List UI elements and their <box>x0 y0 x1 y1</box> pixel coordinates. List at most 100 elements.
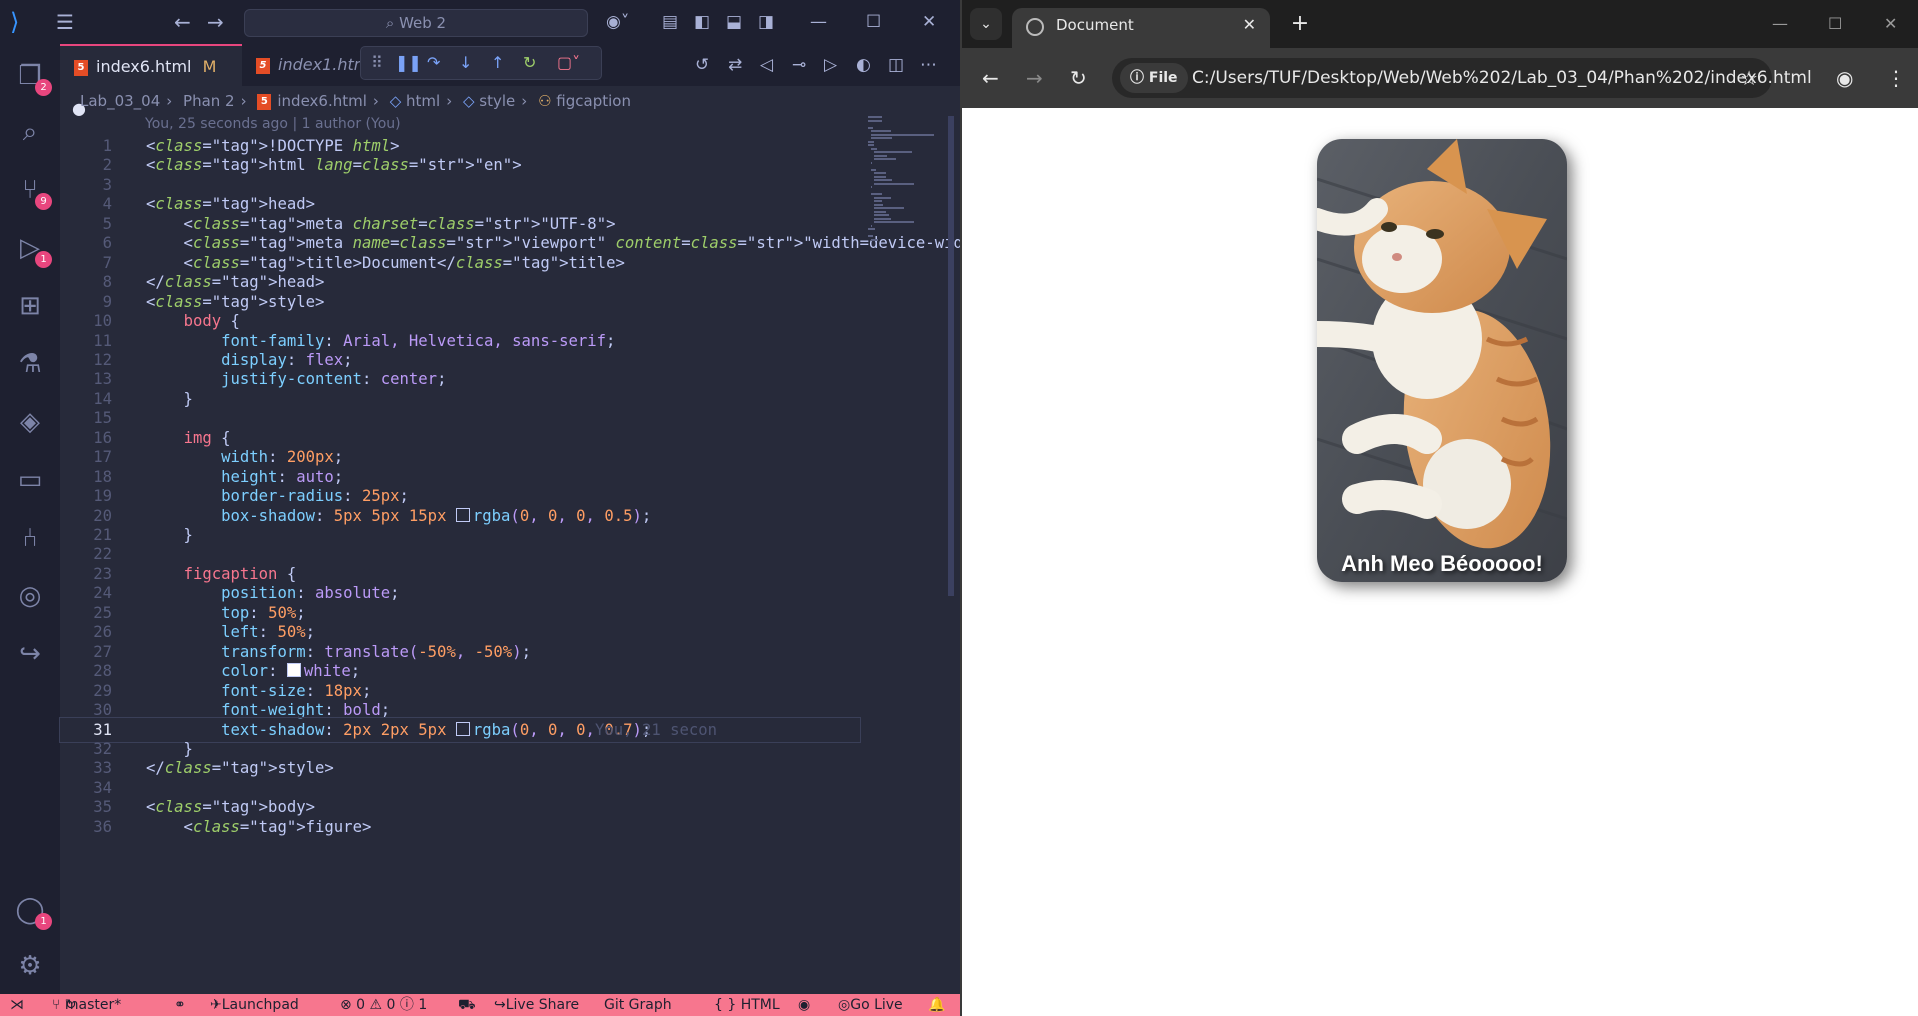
git-lens-icon[interactable]: ◐ <box>856 44 871 86</box>
more-actions-icon[interactable]: ⋯ <box>920 44 937 86</box>
line-number: 36 <box>93 817 112 836</box>
minimap-line <box>868 119 883 122</box>
folder-icon[interactable]: ▭ <box>12 462 48 498</box>
stop-icon[interactable]: ▢˅ <box>557 47 580 79</box>
breadcrumb-item[interactable]: figcaption <box>556 92 631 110</box>
git-icon[interactable]: ⚭ <box>174 994 186 1016</box>
bookmark-star-icon[interactable]: ☆ <box>1740 58 1758 98</box>
minimize-icon[interactable]: — <box>1772 0 1788 48</box>
breadcrumb-item[interactable]: style <box>479 92 515 110</box>
remote-icon[interactable]: ⋊ <box>10 994 24 1016</box>
accounts-icon[interactable]: ◯ 1 <box>12 892 52 930</box>
debug-status-icon[interactable]: ⛟ <box>458 994 476 1016</box>
minimap-line <box>871 186 873 188</box>
new-tab-plus-icon[interactable]: + <box>1284 8 1316 40</box>
testing-icon[interactable]: ⚗ <box>12 346 48 382</box>
step-over-icon[interactable]: ↷ <box>427 47 440 79</box>
minimize-icon[interactable]: — <box>810 0 827 44</box>
close-window-icon[interactable]: ✕ <box>922 0 936 44</box>
minimap-line <box>868 126 874 129</box>
split-editor-icon[interactable]: ◫ <box>888 44 904 86</box>
notifications-icon[interactable]: 🔔 <box>928 994 945 1016</box>
html-file-icon: 5 <box>256 57 270 74</box>
step-into-icon[interactable]: ↓ <box>459 47 472 79</box>
forward-arrow-icon[interactable]: → <box>207 0 224 44</box>
minimap-line <box>874 207 905 209</box>
language-mode[interactable]: { } HTML <box>714 994 780 1016</box>
live-share-icon[interactable]: ↪ <box>12 636 48 672</box>
url-text[interactable]: C:/Users/TUF/Desktop/Web/Web%202/Lab_03_… <box>1192 58 1812 98</box>
extensions-icon[interactable]: ⊞ <box>12 288 48 324</box>
git-blame-header[interactable]: You, 25 seconds ago | 1 author (You) <box>145 116 401 132</box>
launchpad-item[interactable]: ✈ Launchpad <box>210 994 299 1016</box>
breadcrumb-item[interactable]: html <box>406 92 440 110</box>
compare-icon[interactable]: ⇄ <box>728 44 742 86</box>
toggle-sidebar-icon[interactable]: ◧ <box>694 0 710 44</box>
explorer-icon[interactable]: ❐ 2 <box>12 58 52 96</box>
timeline-icon[interactable]: ↺ <box>695 44 709 86</box>
editor-scrollbar[interactable] <box>948 116 954 596</box>
step-out-icon[interactable]: ↑ <box>491 47 504 79</box>
debug-toolbar: ⠿ ❚❚ ↷ ↓ ↑ ↻ ▢˅ <box>360 46 602 80</box>
python-icon[interactable]: ◈ <box>12 404 48 440</box>
minimap-line <box>874 200 883 202</box>
go-live-item[interactable]: ◎ Go Live <box>838 994 903 1016</box>
problems-indicator[interactable]: ⊗ 0 ⚠ 0 ⓘ 1 <box>340 994 427 1016</box>
html-file-icon: 5 <box>74 59 88 76</box>
settings-gear-icon[interactable]: ⚙ <box>12 948 48 984</box>
tab-index6[interactable]: 5 index6.html M ● <box>60 44 242 118</box>
profile-avatar-icon[interactable]: ◉ <box>1836 48 1853 108</box>
maximize-icon[interactable]: ☐ <box>1828 0 1842 48</box>
back-arrow-icon[interactable]: ← <box>982 48 999 108</box>
git-graph-item[interactable]: Git Graph <box>604 994 672 1016</box>
toggle-secondary-sidebar-icon[interactable]: ◨ <box>758 0 774 44</box>
close-window-icon[interactable]: ✕ <box>1884 0 1897 48</box>
back-arrow-icon[interactable]: ← <box>174 0 191 44</box>
git-graph-icon[interactable]: ⑃ <box>12 520 48 556</box>
minimap-line <box>868 144 875 146</box>
address-bar[interactable]: ⓘ File C:/Users/TUF/Desktop/Web/Web%202/… <box>1112 58 1812 98</box>
search-icon[interactable]: ⌕ <box>12 114 48 150</box>
go-back-change-icon[interactable]: ◁ <box>760 44 773 86</box>
go-next-change-icon[interactable]: ▷ <box>824 44 837 86</box>
pause-icon[interactable]: ❚❚ <box>395 47 422 79</box>
code-editor[interactable]: 1 <class="tag">!DOCTYPE html> 2 <class="tag… <box>59 134 960 994</box>
tab-search-chevron-icon[interactable]: ⌄ <box>970 8 1002 40</box>
copilot-icon[interactable]: ◉˅ <box>606 0 629 44</box>
live-share-label: Live Share <box>505 997 580 1013</box>
command-center-label: Web 2 <box>399 14 447 32</box>
live-share-item[interactable]: ↪ Live Share <box>494 994 579 1016</box>
forward-arrow-icon[interactable]: → <box>1026 48 1043 108</box>
remote-explorer-icon[interactable]: ◎ <box>12 578 48 614</box>
breadcrumb: Lab_03_04 › Phan 2 › 5 index6.html › ◇ html ›… <box>80 92 631 110</box>
run-debug-icon[interactable]: ▷ 1 <box>12 230 52 268</box>
minimap-line <box>871 193 882 195</box>
menu-icon[interactable]: ☰ <box>56 0 74 44</box>
close-tab-icon[interactable]: ✕ <box>1243 8 1256 42</box>
maximize-icon[interactable]: ☐ <box>866 0 881 44</box>
globe-icon <box>1026 18 1044 36</box>
code-line[interactable]: 36 <class="tag">figure> <box>60 815 860 839</box>
commit-icon[interactable]: ⊸ <box>792 44 806 86</box>
restart-icon[interactable]: ↻ <box>523 47 536 79</box>
drag-handle-icon[interactable]: ⠿ <box>371 47 383 79</box>
minimap-line <box>874 210 887 213</box>
site-info-chip[interactable]: ⓘ File <box>1120 63 1188 93</box>
figure-caption: Anh Meo Béooooo! <box>1341 551 1543 576</box>
browser-menu-icon[interactable]: ⋮ <box>1886 48 1906 108</box>
minimap[interactable] <box>864 116 954 316</box>
breadcrumb-item[interactable]: Phan 2 <box>183 92 235 110</box>
browser-tab[interactable]: Document ✕ <box>1012 8 1270 48</box>
source-control-icon[interactable]: ⑂ 9 <box>12 172 52 210</box>
reload-icon[interactable]: ↻ <box>1070 48 1087 108</box>
command-center[interactable]: ⌕ Web 2 <box>244 9 588 37</box>
toggle-panel-icon[interactable]: ⬓ <box>726 0 742 44</box>
vscode-window: ⟩ ☰ ← → ⌕ Web 2 ◉˅ ▤ ◧ ⬓ ◨ — ☐ ✕ ❐ 2 ⌕ ⑂ 9… <box>0 0 960 1016</box>
copilot-status-icon[interactable]: ◉ <box>798 994 810 1016</box>
layout-icon[interactable]: ▤ <box>662 0 678 44</box>
element-icon: ◇ <box>462 92 475 110</box>
selector-icon: ⚇ <box>538 92 552 110</box>
breadcrumb-item[interactable]: index6.html <box>277 92 367 110</box>
breadcrumb-item[interactable]: Lab_03_04 <box>80 92 160 110</box>
branch-indicator[interactable]: ⑂ master* ↻ <box>52 994 121 1016</box>
